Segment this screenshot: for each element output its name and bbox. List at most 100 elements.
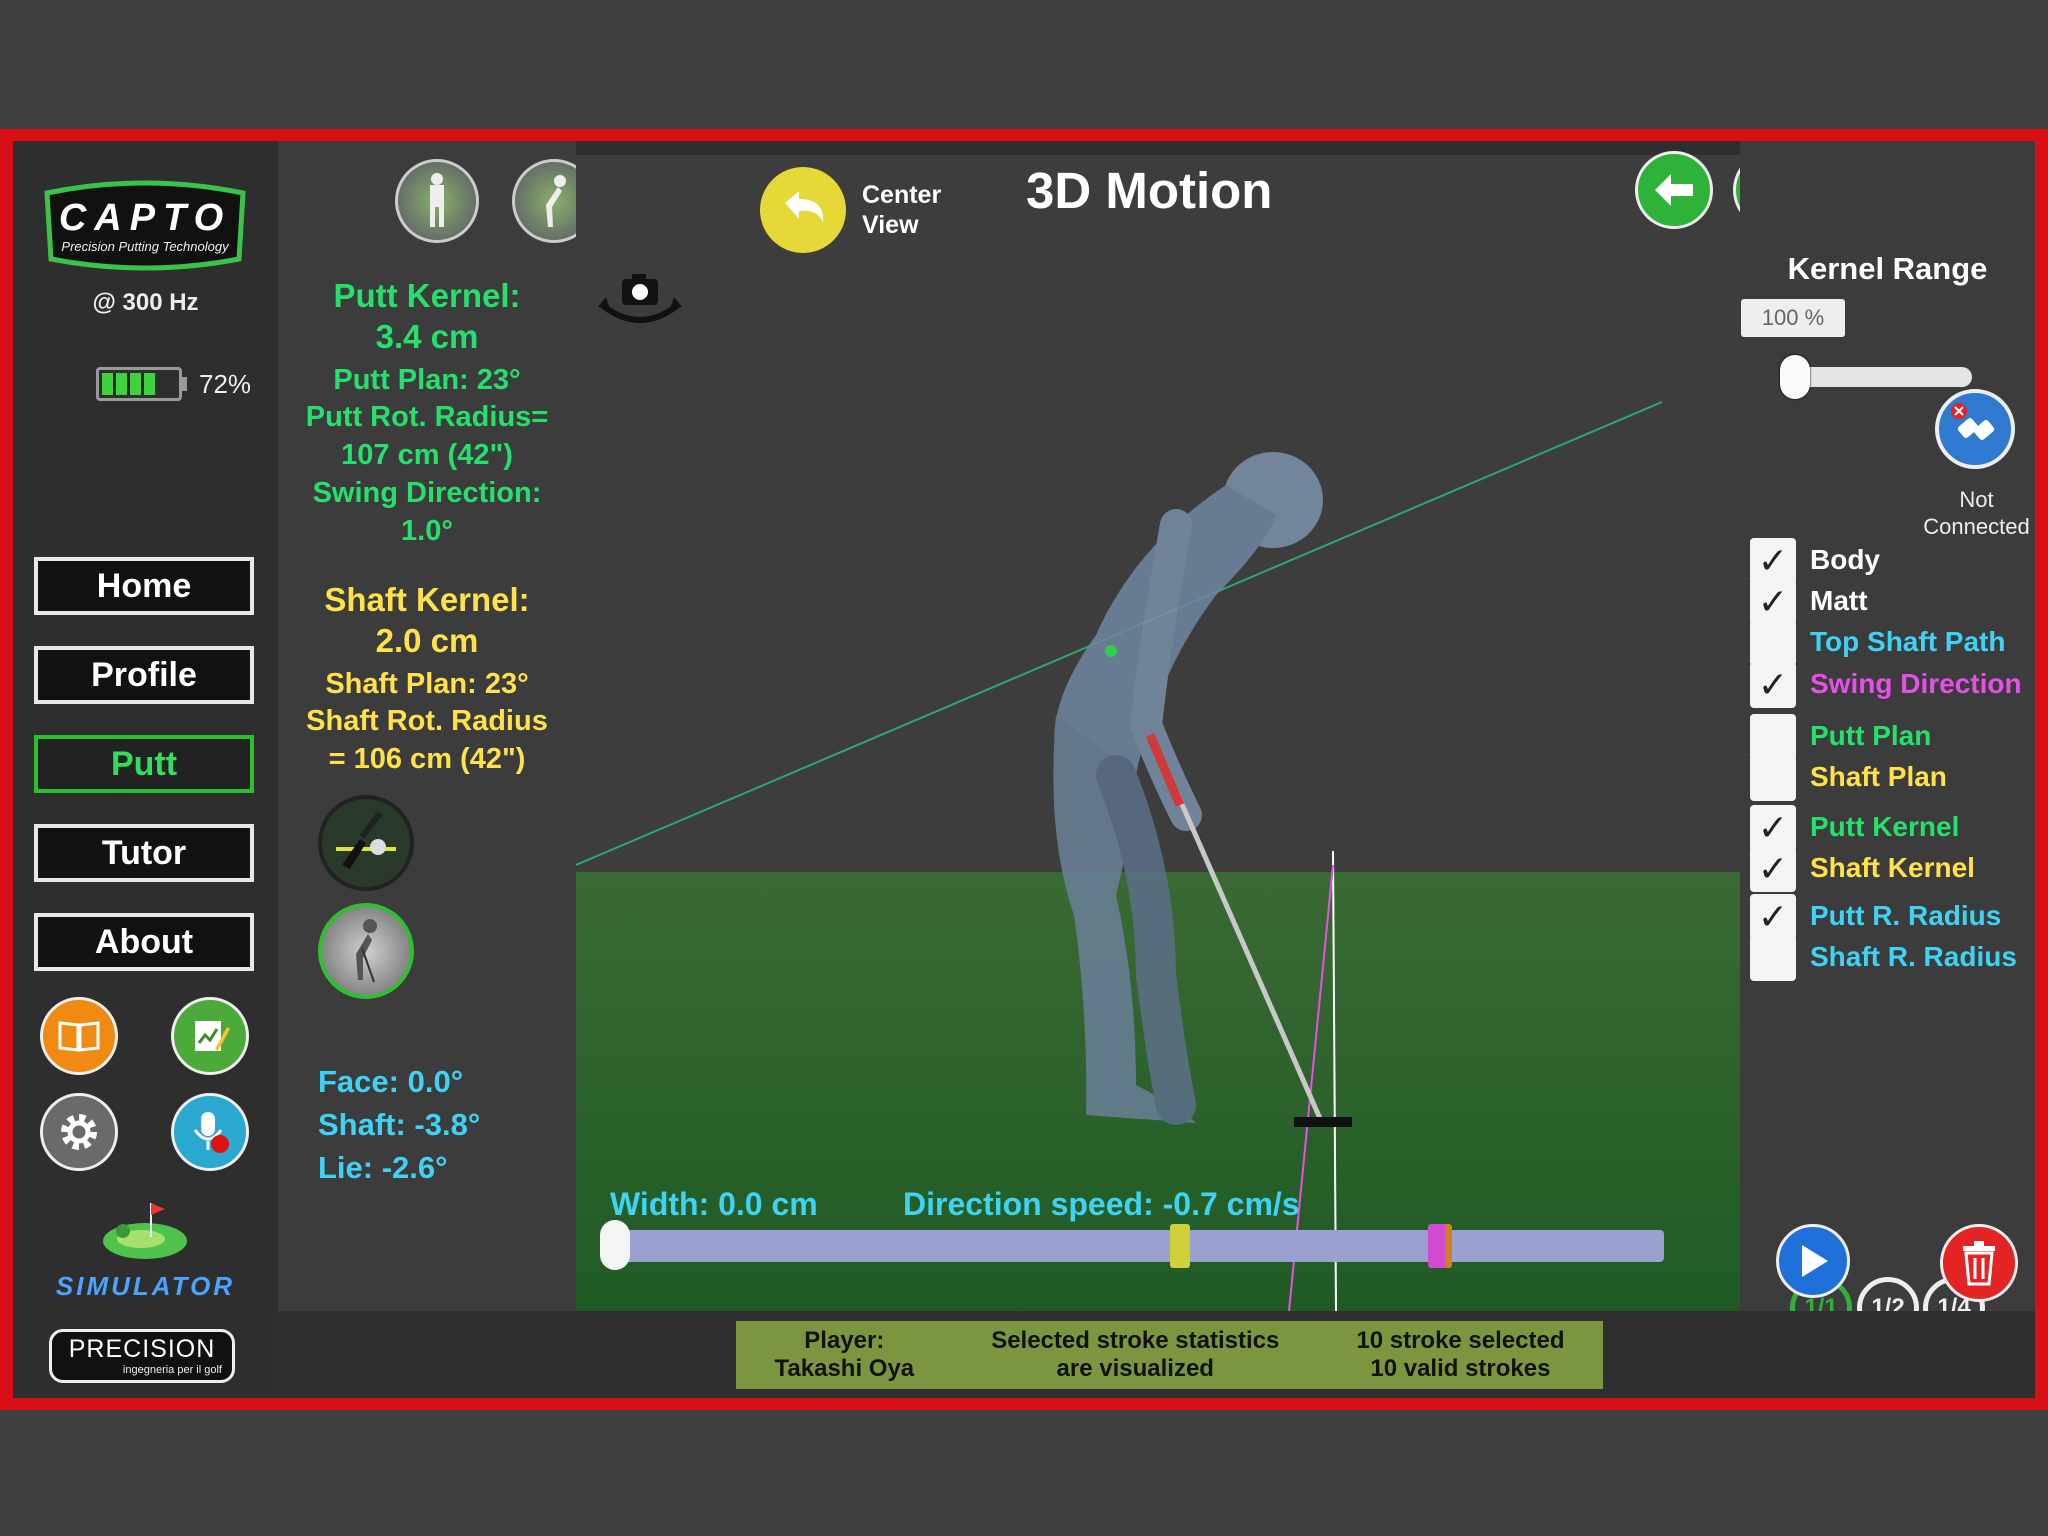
swing-direction-label: Swing Direction: bbox=[312, 477, 542, 509]
checkbox-top-shaft-path[interactable] bbox=[1750, 620, 1796, 666]
putter-face-view-button[interactable] bbox=[318, 795, 414, 891]
label-swing-direction[interactable]: Swing Direction bbox=[1810, 668, 2022, 700]
center-view-line2: View bbox=[862, 211, 919, 239]
checkbox-shaft-kernel[interactable]: ✓ bbox=[1750, 846, 1796, 892]
label-putt-kernel[interactable]: Putt Kernel bbox=[1810, 811, 1959, 843]
label-shaft-kernel[interactable]: Shaft Kernel bbox=[1810, 852, 1975, 884]
kernel-range-value: 100 % bbox=[1741, 299, 1845, 337]
putt-rot-radius-value: 107 cm (42") bbox=[341, 439, 513, 471]
delete-trash-button[interactable] bbox=[1940, 1224, 2018, 1302]
battery-knob bbox=[182, 377, 187, 391]
nav-putt-button[interactable]: Putt bbox=[34, 735, 254, 793]
battery-indicator bbox=[96, 367, 182, 401]
label-putt-plan[interactable]: Putt Plan bbox=[1810, 720, 1931, 752]
kernel-range-handle[interactable] bbox=[1780, 355, 1810, 399]
face-angle: Face: 0.0° bbox=[318, 1064, 464, 1099]
scene-overlay bbox=[576, 401, 1663, 1311]
label-shaft-r-radius[interactable]: Shaft R. Radius bbox=[1810, 941, 2017, 973]
center-view-line1: Center bbox=[862, 181, 942, 209]
center-view-button[interactable] bbox=[760, 167, 846, 253]
timeline-start-handle[interactable] bbox=[600, 1220, 630, 1270]
kernel-range-label: Kernel Range bbox=[1787, 251, 1988, 286]
timeline-magenta-marker[interactable] bbox=[1428, 1224, 1452, 1268]
stats-panel: Putt Kernel: 3.4 cm Putt Plan: 23° Putt … bbox=[278, 141, 712, 1311]
shaft-plan: Shaft Plan: 23° bbox=[325, 668, 529, 700]
play-button[interactable] bbox=[1776, 1224, 1850, 1298]
sample-rate: @ 300 Hz bbox=[92, 289, 199, 316]
label-body[interactable]: Body bbox=[1810, 544, 1880, 576]
center-view-label: Center View bbox=[862, 180, 941, 240]
shaft-kernel-value: 2.0 cm bbox=[375, 622, 479, 659]
nav-about-button[interactable]: About bbox=[34, 913, 254, 971]
stats-line1: Selected stroke statistics bbox=[991, 1327, 1280, 1354]
checkbox-putt-kernel[interactable]: ✓ bbox=[1750, 805, 1796, 851]
checkbox-putt-r-radius[interactable]: ✓ bbox=[1750, 894, 1796, 940]
connection-line1: Not bbox=[1959, 487, 1994, 512]
stroke-timeline-track[interactable] bbox=[604, 1230, 1664, 1262]
connection-status: Not Connected bbox=[1918, 486, 2035, 540]
label-top-shaft-path[interactable]: Top Shaft Path bbox=[1810, 626, 2005, 658]
simulator-label[interactable]: SIMULATOR bbox=[13, 1271, 278, 1302]
manual-book-icon[interactable] bbox=[40, 997, 118, 1075]
shaft-rot-radius-label: Shaft Rot. Radius bbox=[306, 705, 548, 737]
report-edit-icon[interactable] bbox=[171, 997, 249, 1075]
putt-kernel-value: 3.4 cm bbox=[375, 318, 479, 355]
capto-logo: CAPTO Precision Putting Technology bbox=[33, 179, 257, 275]
putt-rot-radius-label: Putt Rot. Radius= bbox=[305, 401, 549, 433]
stats-line2: are visualized bbox=[1056, 1355, 1214, 1382]
putt-kernel-marker bbox=[1105, 645, 1117, 657]
shaft-kernel-label: Shaft Kernel: bbox=[324, 581, 530, 618]
label-shaft-plan[interactable]: Shaft Plan bbox=[1810, 761, 1947, 793]
page-title: 3D Motion bbox=[1026, 162, 1273, 219]
shaft-angle: Shaft: -3.8° bbox=[318, 1107, 481, 1142]
label-matt[interactable]: Matt bbox=[1810, 585, 1868, 617]
checkbox-putt-plan[interactable] bbox=[1750, 714, 1796, 760]
logo-text: CAPTO bbox=[58, 197, 232, 239]
sidebar: CAPTO Precision Putting Technology @ 300… bbox=[13, 141, 278, 1398]
nav-profile-button[interactable]: Profile bbox=[34, 646, 254, 704]
kernel-range-track[interactable] bbox=[1795, 367, 1972, 387]
putter-head bbox=[1294, 1117, 1352, 1127]
precision-brand-logo: PRECISION ingegneria per il golf bbox=[49, 1329, 235, 1383]
app-window: CAPTO Precision Putting Technology @ 300… bbox=[13, 141, 2035, 1398]
timeline-yellow-marker[interactable] bbox=[1170, 1224, 1190, 1268]
battery-fill bbox=[102, 373, 156, 395]
checkbox-shaft-r-radius[interactable] bbox=[1750, 935, 1796, 981]
logo-tagline: Precision Putting Technology bbox=[61, 239, 229, 254]
3d-viewport[interactable]: Center View 3D Motion Width: 0.0 cm Dire… bbox=[576, 155, 1740, 1311]
brand-text: PRECISION bbox=[68, 1335, 216, 1363]
shaft-rot-radius-value: = 106 cm (42") bbox=[328, 743, 526, 775]
putt-kernel-label: Putt Kernel: bbox=[333, 277, 521, 314]
checkbox-swing-direction[interactable]: ✓ bbox=[1750, 662, 1796, 708]
simulator-green-icon[interactable] bbox=[95, 1195, 195, 1265]
stats-info: Selected stroke statistics are visualize… bbox=[991, 1327, 1279, 1383]
settings-gear-icon[interactable] bbox=[40, 1093, 118, 1171]
battery-percent: 72% bbox=[199, 369, 252, 399]
previous-arrow-button[interactable] bbox=[1635, 151, 1713, 229]
brand-tagline: ingegneria per il golf bbox=[122, 1364, 222, 1376]
connection-line2: Connected bbox=[1923, 514, 2030, 539]
golfer-body bbox=[1053, 452, 1323, 1125]
checkbox-body[interactable]: ✓ bbox=[1750, 538, 1796, 584]
label-putt-r-radius[interactable]: Putt R. Radius bbox=[1810, 900, 2001, 932]
player-name: Takashi Oya bbox=[774, 1355, 915, 1382]
checkbox-matt[interactable]: ✓ bbox=[1750, 579, 1796, 625]
player-label: Player: bbox=[804, 1327, 885, 1354]
stroke-status-box: Player: Takashi Oya Selected stroke stat… bbox=[736, 1321, 1603, 1389]
layers-panel: Kernel Range 100 % Not Connected ✓ Body ✓ M… bbox=[1740, 141, 2035, 1339]
camera-rotate-icon[interactable] bbox=[594, 271, 686, 335]
width-readout: Width: 0.0 cm bbox=[610, 1186, 818, 1222]
nav-home-button[interactable]: Home bbox=[34, 557, 254, 615]
bluetooth-disconnected-icon[interactable] bbox=[1935, 389, 2015, 469]
voice-record-icon[interactable] bbox=[171, 1093, 249, 1171]
swing-direction-value: 1.0° bbox=[401, 515, 453, 547]
app-frame: CAPTO Precision Putting Technology @ 300… bbox=[0, 129, 2048, 1410]
front-view-thumbnail[interactable] bbox=[395, 159, 479, 243]
golfer-view-button[interactable] bbox=[318, 903, 414, 999]
player-info: Player: Takashi Oya bbox=[775, 1327, 915, 1383]
checkbox-shaft-plan[interactable] bbox=[1750, 755, 1796, 801]
putt-plan: Putt Plan: 23° bbox=[333, 364, 521, 396]
selected-line2: 10 valid strokes bbox=[1370, 1355, 1551, 1382]
nav-tutor-button[interactable]: Tutor bbox=[34, 824, 254, 882]
selection-info: 10 stroke selected 10 valid strokes bbox=[1356, 1327, 1564, 1383]
